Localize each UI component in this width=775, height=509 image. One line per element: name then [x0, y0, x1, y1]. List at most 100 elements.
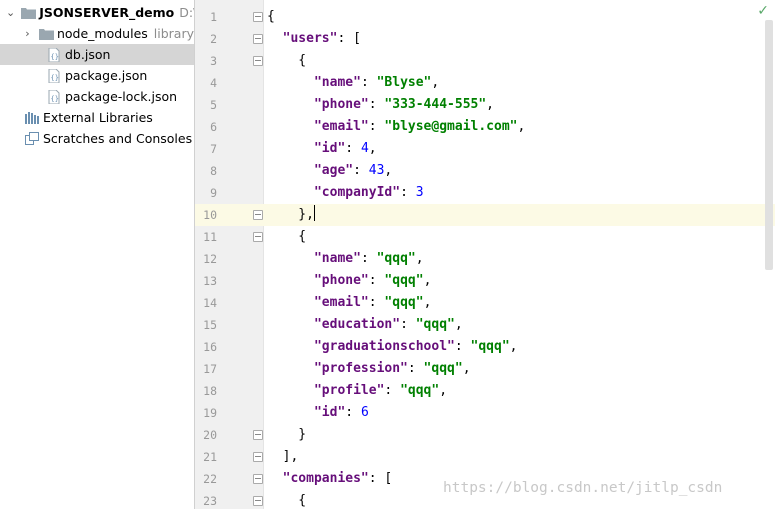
code-token: "id": [313, 141, 346, 156]
vertical-scrollbar[interactable]: [765, 20, 773, 270]
code-line[interactable]: 18 "profile": "qqq",: [195, 380, 775, 402]
code-token: "users": [282, 31, 338, 46]
code-token: "blyse@gmail.com": [384, 119, 518, 134]
code-line[interactable]: 6 "email": "blyse@gmail.com",: [195, 116, 775, 138]
code-text: "graduationschool": "qqq",: [267, 336, 518, 358]
code-token: "333-444-555": [384, 97, 487, 112]
code-line[interactable]: 21 ],: [195, 446, 775, 468]
code-token: {: [267, 53, 307, 68]
code-token: "education": [313, 317, 401, 332]
code-token: : [: [337, 31, 361, 46]
fold-marker-icon[interactable]: [253, 232, 263, 242]
code-token: :: [368, 273, 385, 288]
code-text: "name": "Blyse",: [267, 72, 439, 94]
line-number: 12: [203, 252, 217, 266]
code-line[interactable]: 16 "graduationschool": "qqq",: [195, 336, 775, 358]
fold-marker-icon[interactable]: [253, 474, 263, 484]
tree-item-external-libraries[interactable]: External Libraries: [0, 107, 194, 128]
code-token: :: [384, 383, 401, 398]
line-number: 18: [203, 384, 217, 398]
watermark: https://blog.csdn.net/jitlp_csdn: [443, 480, 723, 496]
code-line[interactable]: 7 "id": 4,: [195, 138, 775, 160]
code-line[interactable]: 20 }: [195, 424, 775, 446]
line-number: 3: [210, 54, 217, 68]
code-line[interactable]: 13 "phone": "qqq",: [195, 270, 775, 292]
fold-marker-icon[interactable]: [253, 430, 263, 440]
code-line[interactable]: 3 {: [195, 50, 775, 72]
code-line[interactable]: 19 "id": 6: [195, 402, 775, 424]
code-token: ,: [415, 251, 424, 266]
code-token: "qqq": [384, 295, 424, 310]
code-line[interactable]: 5 "phone": "333-444-555",: [195, 94, 775, 116]
code-text: }: [267, 424, 306, 446]
code-token: "qqq": [470, 339, 510, 354]
file-label: package.json: [65, 68, 148, 83]
tree-item-package-lock-json[interactable]: {} package-lock.json: [0, 86, 194, 107]
text-caret: [313, 205, 315, 221]
fold-marker-icon[interactable]: [253, 12, 263, 22]
line-number: 23: [203, 494, 217, 508]
code-token: ,: [439, 383, 448, 398]
fold-marker-icon[interactable]: [253, 210, 263, 220]
code-text: "email": "blyse@gmail.com",: [267, 116, 525, 138]
tree-item-root[interactable]: ⌄ JSONSERVER_demo D:\E: [0, 2, 194, 23]
code-line[interactable]: 15 "education": "qqq",: [195, 314, 775, 336]
code-token: :: [407, 361, 424, 376]
chevron-down-icon[interactable]: ⌄: [6, 6, 15, 19]
code-text: ],: [267, 446, 299, 468]
code-text: "name": "qqq",: [267, 248, 424, 270]
code-token: {: [267, 493, 307, 508]
code-text: "phone": "qqq",: [267, 270, 431, 292]
code-token: },: [267, 207, 314, 222]
code-line[interactable]: 12 "name": "qqq",: [195, 248, 775, 270]
svg-text:{}: {}: [51, 53, 59, 61]
code-line[interactable]: 1{: [195, 6, 775, 28]
code-token: {: [267, 9, 275, 24]
fold-marker-icon[interactable]: [253, 56, 263, 66]
fold-marker-icon[interactable]: [253, 34, 263, 44]
line-number: 13: [203, 274, 217, 288]
code-token: :: [345, 141, 361, 156]
tree-item-db-json[interactable]: {} db.json: [0, 44, 194, 65]
code-token: "graduationschool": [313, 339, 455, 354]
line-number: 15: [203, 318, 217, 332]
code-line[interactable]: 9 "companyId": 3: [195, 182, 775, 204]
tree-item-scratches[interactable]: Scratches and Consoles: [0, 128, 194, 149]
code-token: ,: [486, 97, 494, 112]
ide-window: ⌄ JSONSERVER_demo D:\E › node_modules li…: [0, 0, 775, 509]
code-token: ,: [423, 295, 432, 310]
code-token: 43: [368, 163, 385, 178]
code-line[interactable]: 8 "age": 43,: [195, 160, 775, 182]
code-line[interactable]: 11 {: [195, 226, 775, 248]
scratches-label: Scratches and Consoles: [43, 131, 193, 146]
code-token: ,: [517, 119, 526, 134]
code-editor[interactable]: 1{2 "users": [3 {4 "name": "Blyse", 5 "ph…: [195, 0, 775, 509]
json-file-icon: {}: [46, 47, 62, 62]
code-text: "age": 43,: [267, 160, 392, 182]
chevron-right-icon[interactable]: ›: [24, 27, 31, 40]
code-line[interactable]: 4 "name": "Blyse",: [195, 72, 775, 94]
code-token: "Blyse": [376, 75, 432, 90]
line-number: 19: [203, 406, 217, 420]
fold-marker-icon[interactable]: [253, 452, 263, 462]
code-token: ,: [454, 317, 463, 332]
file-label: package-lock.json: [65, 89, 178, 104]
file-label: db.json: [65, 47, 111, 62]
code-line[interactable]: 2 "users": [: [195, 28, 775, 50]
code-text: "id": 6: [267, 402, 369, 424]
code-line[interactable]: 10 },: [195, 204, 775, 226]
fold-marker-icon[interactable]: [253, 496, 263, 506]
code-line[interactable]: 17 "profession": "qqq",: [195, 358, 775, 380]
tree-item-package-json[interactable]: {} package.json: [0, 65, 194, 86]
code-line[interactable]: 14 "email": "qqq",: [195, 292, 775, 314]
tree-item-node-modules[interactable]: › node_modules library: [0, 23, 194, 44]
code-token: "id": [313, 405, 346, 420]
code-token: :: [368, 97, 385, 112]
